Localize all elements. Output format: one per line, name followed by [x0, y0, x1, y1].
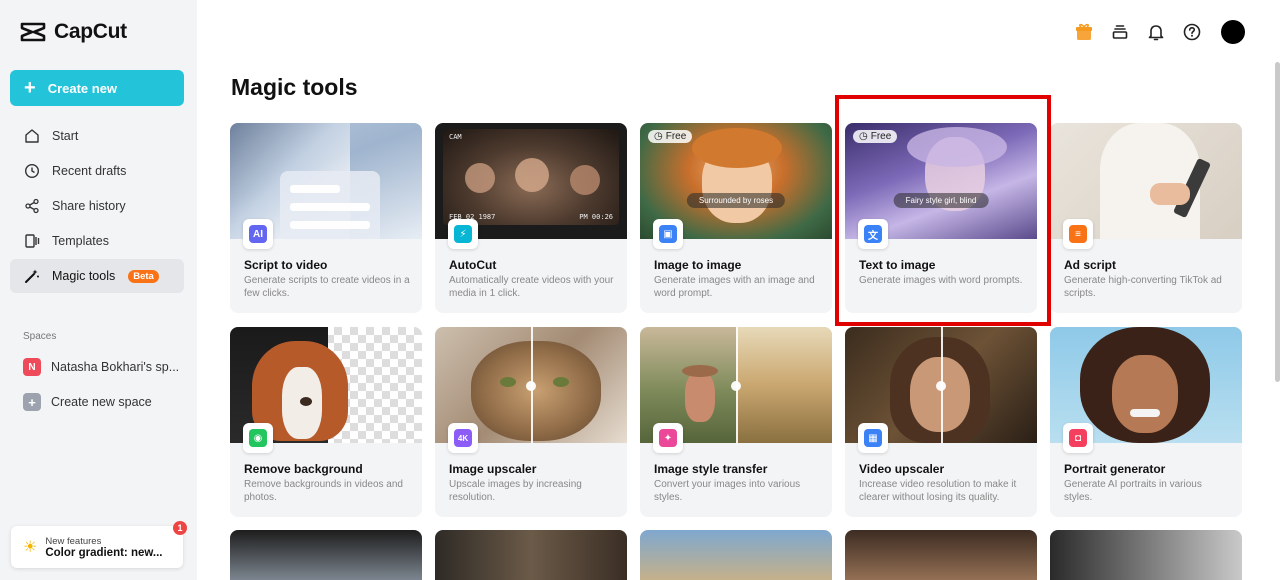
tool-card-autocut[interactable]: CAM FEB 02 1987 PM 00:26 ⚡ AutoCut Autom… — [435, 123, 627, 313]
sidebar-item-magic-tools[interactable]: Magic tools Beta — [10, 259, 184, 293]
beta-badge: Beta — [128, 269, 159, 283]
tool-card-partial[interactable] — [640, 530, 832, 580]
templates-icon — [23, 232, 41, 250]
card-title: Image style transfer — [654, 462, 768, 476]
sidebar-item-label: Start — [52, 129, 79, 143]
sidebar-item-recent-drafts[interactable]: Recent drafts — [10, 154, 184, 188]
tool-card-script-to-video[interactable]: AI Script to video Generate scripts to c… — [230, 123, 422, 313]
tool-card-partial[interactable] — [1050, 530, 1242, 580]
create-new-button[interactable]: + Create new — [10, 70, 184, 106]
card-description: Convert your images into various styles. — [654, 479, 801, 503]
app-name: CapCut — [54, 20, 127, 43]
card-description: Automatically create videos with your me… — [449, 275, 614, 299]
ad-script-icon: ≡ — [1063, 219, 1093, 249]
remove-background-icon: ◉ — [243, 423, 273, 453]
card-title: Script to video — [244, 258, 328, 272]
prompt-pill: Surrounded by roses — [686, 193, 786, 208]
tool-card-remove-background[interactable]: ◉ Remove background Remove backgrounds i… — [230, 327, 422, 517]
sidebar-nav: Start Recent drafts Share history Templa… — [10, 119, 184, 294]
portrait-generator-icon: ◘ — [1063, 423, 1093, 453]
card-title: Text to image — [859, 258, 936, 272]
autocut-icon: ⚡ — [448, 219, 478, 249]
card-description: Generate scripts to create videos in a f… — [244, 275, 410, 299]
tool-card-image-upscaler[interactable]: 4K Image upscaler Upscale images by incr… — [435, 327, 627, 517]
tool-card-portrait-generator[interactable]: ◘ Portrait generator Generate AI portrai… — [1050, 327, 1242, 517]
tool-card-ad-script[interactable]: ≡ Ad script Generate high-converting Tik… — [1050, 123, 1242, 313]
tool-card-image-to-image[interactable]: ◷ Free Surrounded by roses ▣ Image to ima… — [640, 123, 832, 313]
image-upscaler-icon: 4K — [448, 423, 478, 453]
card-description: Generate images with an image and word p… — [654, 275, 815, 299]
card-title: Video upscaler — [859, 462, 945, 476]
sidebar-item-label: Templates — [52, 234, 109, 248]
card-title: Image to image — [654, 258, 742, 272]
style-transfer-icon: ✦ — [653, 423, 683, 453]
plus-icon: + — [24, 77, 36, 99]
free-badge: ◷ Free — [648, 130, 693, 143]
new-features-label: New features — [45, 535, 102, 547]
image-to-image-icon: ▣ — [653, 219, 683, 249]
card-title: Remove background — [244, 462, 363, 476]
card-title: Portrait generator — [1064, 462, 1166, 476]
gift-icon[interactable] — [1073, 21, 1095, 43]
capcut-logo[interactable]: CapCut — [20, 20, 127, 44]
space-avatar: N — [23, 358, 41, 376]
tool-card-video-upscaler[interactable]: ▦ Video upscaler Increase video resoluti… — [845, 327, 1037, 517]
clock-icon: ◷ — [859, 131, 868, 142]
card-description: Remove backgrounds in videos and photos. — [244, 479, 403, 503]
tools-grid-next-row — [230, 530, 1242, 580]
sidebar-item-label: Recent drafts — [52, 164, 127, 178]
new-features-title: Color gradient: new... — [45, 546, 163, 559]
avatar[interactable] — [1221, 20, 1245, 44]
text-to-image-icon: 文 — [858, 219, 888, 249]
tools-grid: AI Script to video Generate scripts to c… — [230, 123, 1243, 517]
tool-card-text-to-image[interactable]: ◷ Free Fairy style girl, blind 文 Text to … — [845, 123, 1037, 313]
magic-wand-icon — [23, 267, 41, 285]
card-title: Ad script — [1064, 258, 1117, 272]
tool-card-partial[interactable] — [230, 530, 422, 580]
sidebar-item-label: Magic tools — [52, 269, 116, 283]
notification-count-badge: 1 — [173, 521, 187, 535]
sidebar-item-templates[interactable]: Templates — [10, 224, 184, 258]
create-new-label: Create new — [47, 80, 118, 96]
clock-icon: ◷ — [654, 131, 663, 142]
sun-icon: ☀ — [23, 539, 38, 556]
header-actions — [1073, 20, 1245, 44]
stack-icon[interactable] — [1109, 21, 1131, 43]
card-description: Generate AI portraits in various styles. — [1064, 479, 1202, 503]
capcut-logo-icon — [20, 22, 46, 42]
clock-icon — [23, 162, 41, 180]
help-icon[interactable] — [1181, 21, 1203, 43]
create-space-label: Create new space — [51, 395, 152, 409]
video-upscaler-icon: ▦ — [858, 423, 888, 453]
tool-card-partial[interactable] — [435, 530, 627, 580]
tool-card-image-style-transfer[interactable]: ✦ Image style transfer Convert your imag… — [640, 327, 832, 517]
bell-icon[interactable] — [1145, 21, 1167, 43]
camera-label: CAM — [449, 133, 462, 141]
share-icon — [23, 197, 41, 215]
free-badge: ◷ Free — [853, 130, 898, 143]
card-description: Upscale images by increasing resolution. — [449, 479, 582, 503]
sidebar-item-share-history[interactable]: Share history — [10, 189, 184, 223]
spaces-heading: Spaces — [23, 331, 57, 342]
new-features-card[interactable]: ☀ New features Color gradient: new... 1 — [11, 521, 187, 568]
home-icon — [23, 127, 41, 145]
sidebar-item-label: Share history — [52, 199, 126, 213]
page-title: Magic tools — [231, 74, 358, 100]
camera-time: PM 00:26 — [579, 213, 613, 221]
card-description: Increase video resolution to make it cle… — [859, 479, 1017, 503]
card-description: Generate high-converting TikTok ad scrip… — [1064, 275, 1222, 299]
card-title: Image upscaler — [449, 462, 537, 476]
card-description: Generate images with word prompts. — [859, 275, 1023, 286]
scrollbar[interactable] — [1275, 62, 1280, 382]
create-new-space-button[interactable]: + Create new space — [23, 393, 152, 411]
tool-card-partial[interactable] — [845, 530, 1037, 580]
script-icon: AI — [243, 219, 273, 249]
prompt-pill: Fairy style girl, blind — [893, 193, 989, 208]
space-name: Natasha Bokhari's sp... — [51, 360, 180, 374]
sidebar: CapCut + Create new Start Recent drafts … — [0, 0, 197, 580]
space-item-natasha[interactable]: N Natasha Bokhari's sp... — [23, 358, 179, 376]
sidebar-item-start[interactable]: Start — [10, 119, 184, 153]
card-title: AutoCut — [449, 258, 497, 272]
plus-icon: + — [23, 393, 41, 411]
